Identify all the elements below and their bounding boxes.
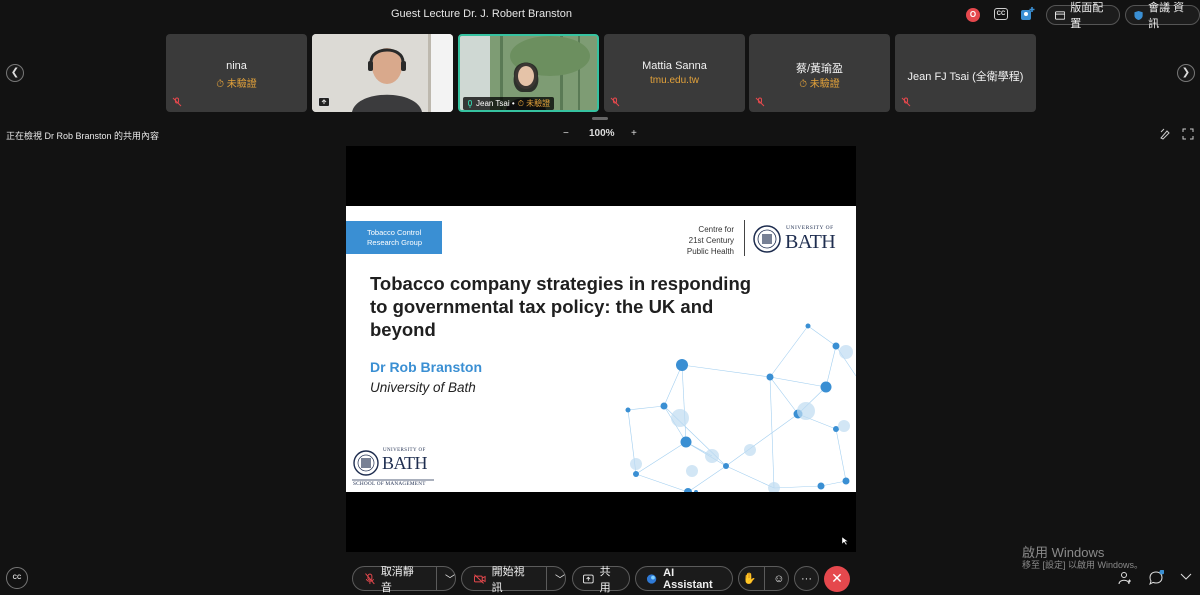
fullscreen-icon[interactable] — [1182, 128, 1194, 140]
participant-name: Jean Tsai • — [476, 99, 515, 108]
participant-tile-huang[interactable]: 蔡/黃瑜盈 ⏱ 未驗證 — [749, 34, 890, 112]
participant-name: Mattia Sanna — [642, 60, 707, 72]
presenter-name: Dr Rob Branston — [370, 359, 482, 375]
ai-assistant-icon — [646, 573, 657, 584]
mic-muted-icon — [365, 572, 375, 584]
participant-status: ⏱ 未驗證 — [517, 99, 551, 108]
participant-tile-video[interactable] — [312, 34, 453, 112]
meeting-info-label: 會議 資訊 — [1148, 2, 1185, 30]
chat-icon[interactable] — [1148, 570, 1164, 586]
mouse-cursor-icon — [842, 537, 848, 545]
mic-muted-icon — [610, 97, 620, 107]
zoom-out-button[interactable]: − — [563, 128, 569, 139]
unmute-label: 取消靜音 — [380, 565, 414, 594]
layout-icon — [1055, 10, 1066, 20]
leave-meeting-button[interactable]: ✕ — [824, 566, 850, 592]
ai-assistant-button[interactable]: AI Assistant — [635, 566, 733, 591]
participant-tile-nina[interactable]: nina ⏱ 未驗證 — [166, 34, 307, 112]
captions-button[interactable]: CC — [6, 567, 28, 589]
logo-sub-text: SCHOOL OF MANAGEMENT — [353, 481, 426, 487]
chevron-down-icon[interactable]: ﹀ — [445, 571, 455, 586]
windows-activation-text: 移至 [設定] 以啟用 Windows。 — [1022, 560, 1144, 570]
video-off-icon — [474, 573, 486, 584]
captions-icon[interactable]: CC — [994, 8, 1008, 20]
participant-status: tmu.edu.tw — [650, 75, 699, 86]
network-graphic — [625, 323, 856, 492]
start-video-label: 開始視訊 — [491, 565, 525, 594]
recording-indicator[interactable]: O — [966, 8, 980, 22]
tag-line: Tobacco Control — [367, 228, 422, 237]
participant-name: 蔡/黃瑜盈 — [795, 63, 844, 75]
participant-status: ⏱ 未驗證 — [799, 79, 840, 90]
participant-tile-jean-fj-tsai[interactable]: Jean FJ Tsai (全衛學程) — [895, 34, 1036, 112]
participant-status: ⏱ 未驗證 — [216, 79, 257, 90]
chevron-down-icon[interactable]: ﹀ — [555, 571, 565, 586]
raise-hand-icon[interactable]: ✋ — [743, 572, 757, 585]
more-options-button[interactable]: ··· — [794, 566, 819, 591]
meeting-title: Guest Lecture Dr. J. Robert Branston — [391, 8, 572, 20]
zoom-level: 100% — [589, 128, 615, 139]
mic-icon — [468, 99, 472, 108]
screen-share-icon — [318, 97, 330, 107]
participants-icon[interactable] — [1020, 6, 1036, 22]
share-label: 共用 — [599, 565, 611, 594]
shield-icon — [1134, 10, 1143, 20]
share-screen-icon — [583, 574, 594, 583]
centre-label: Centre for 21st Century Public Health — [664, 224, 734, 257]
video-feed-man — [312, 34, 453, 112]
prev-participants-button[interactable]: ❮ — [6, 64, 24, 82]
divider — [546, 567, 547, 590]
participant-label: Jean Tsai • ⏱ 未驗證 — [463, 97, 555, 110]
centre-line: 21st Century — [688, 236, 734, 245]
ai-assistant-label: AI Assistant — [663, 566, 713, 591]
panel-options-icon[interactable] — [1180, 573, 1192, 583]
logo-main-text: BATH — [785, 231, 836, 253]
divider — [744, 220, 745, 256]
meeting-info-button[interactable]: 會議 資訊 — [1125, 2, 1200, 30]
strip-resize-handle[interactable] — [592, 117, 608, 120]
mic-muted-icon — [901, 97, 911, 107]
mic-muted-icon — [172, 97, 182, 107]
university-of-bath-logo: UNIVERSITY OF BATH — [752, 222, 842, 256]
participant-tile-jean-tsai[interactable]: Jean Tsai • ⏱ 未驗證 — [458, 34, 599, 112]
layout-label: 版面配置 — [1070, 2, 1104, 30]
participant-name: nina — [226, 60, 247, 72]
zoom-in-button[interactable]: + — [631, 128, 637, 139]
participant-name: Jean FJ Tsai (全衛學程) — [907, 71, 1024, 83]
participant-tile-mattia-sanna[interactable]: Mattia Sanna tmu.edu.tw — [604, 34, 745, 112]
slide: Tobacco Control Research Group Centre fo… — [346, 206, 856, 492]
divider — [436, 567, 437, 590]
layout-button[interactable]: 版面配置 — [1046, 2, 1120, 30]
mic-muted-icon — [755, 97, 765, 107]
unmute-button[interactable]: 取消靜音 ﹀ — [352, 566, 456, 594]
tag-line: Research Group — [367, 238, 423, 247]
next-participants-button[interactable]: ❯ — [1177, 64, 1195, 82]
presenter-affiliation: University of Bath — [370, 380, 476, 395]
share-button[interactable]: 共用 — [572, 566, 630, 594]
logo-main-text: BATH — [382, 453, 428, 473]
centre-line: Centre for — [698, 225, 734, 234]
start-video-button[interactable]: 開始視訊 ﹀ — [461, 566, 566, 594]
centre-line: Public Health — [686, 247, 734, 256]
emoji-reaction-icon[interactable]: ☺ — [773, 573, 784, 585]
annotate-icon[interactable] — [1159, 128, 1171, 140]
participants-panel-icon[interactable] — [1118, 571, 1132, 585]
viewing-share-label: 正在檢視 Dr Rob Branston 的共用內容 — [6, 131, 160, 141]
reactions-group[interactable]: ✋ ☺ — [738, 566, 789, 591]
research-group-tag: Tobacco Control Research Group — [346, 221, 442, 254]
school-of-management-logo: UNIVERSITY OF BATH SCHOOL OF MANAGEMENT — [352, 448, 436, 488]
shared-content[interactable]: Tobacco Control Research Group Centre fo… — [346, 146, 856, 552]
divider — [764, 567, 766, 590]
